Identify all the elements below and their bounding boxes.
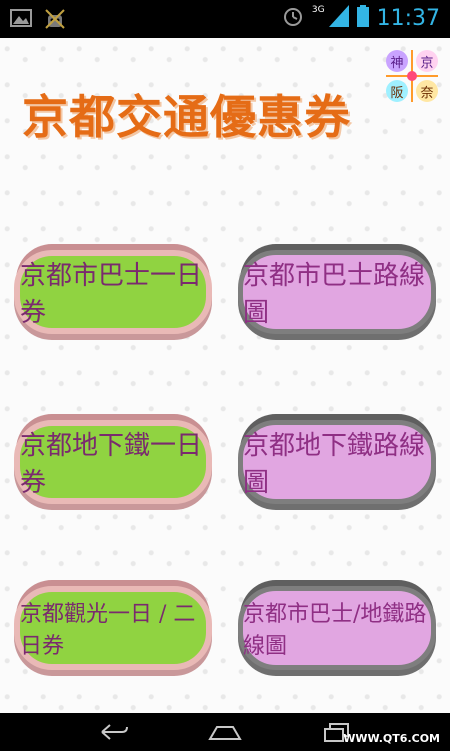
image-icon [10, 8, 32, 34]
signal-icon [328, 5, 349, 31]
status-clock: 11:37 [376, 5, 440, 31]
navigation-bar: WWW.QT6.COM [0, 713, 450, 751]
bus-subway-map-button[interactable]: 京都市巴士/地鐵路線圖 [238, 586, 436, 670]
battery-icon [356, 5, 369, 31]
watermark-text: WWW.QT6.COM [343, 732, 440, 745]
status-bar: 3G 11:37 [0, 0, 450, 38]
app-title: 京都交通優惠券 [22, 90, 351, 144]
alarm-icon [282, 5, 304, 31]
logo-char-osaka: 阪 [386, 80, 408, 102]
subway-day-pass-button[interactable]: 京都地下鐵一日券 [14, 420, 212, 504]
logo-char-kyoto: 京 [416, 50, 438, 72]
network-type: 3G [311, 5, 325, 15]
logo-char-kobe: 神 [386, 50, 408, 72]
sightseeing-pass-button[interactable]: 京都觀光一日 / 二日券 [14, 586, 212, 670]
home-icon[interactable] [207, 721, 243, 747]
kansai-logo: 神 京 阪 奈 [386, 50, 438, 102]
logo-char-nara: 奈 [416, 80, 438, 102]
back-icon[interactable] [98, 721, 130, 747]
bus-route-map-button[interactable]: 京都市巴士路線圖 [238, 250, 436, 334]
subway-route-map-button[interactable]: 京都地下鐵路線圖 [238, 420, 436, 504]
bus-day-pass-button[interactable]: 京都市巴士一日券 [14, 250, 212, 334]
app-content: 京都交通優惠券 神 京 阪 奈 京都市巴士一日券 京都市巴士路線圖 京都地下鐵一… [0, 38, 450, 713]
android-debug-icon [44, 8, 66, 34]
